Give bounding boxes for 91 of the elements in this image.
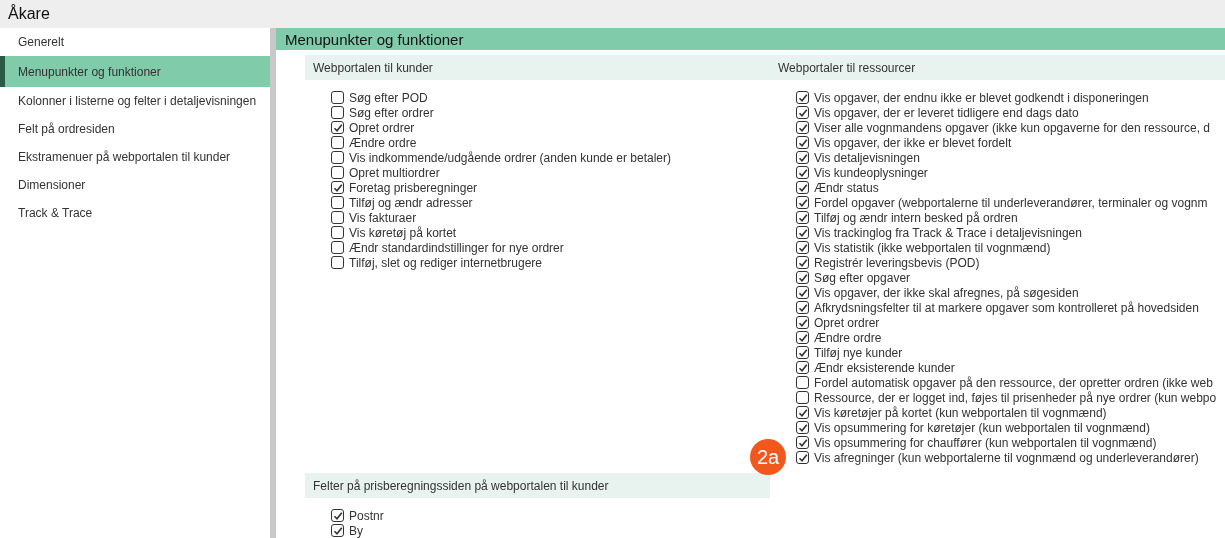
checkbox-label: Postnr xyxy=(349,508,384,523)
checkbox[interactable] xyxy=(331,226,344,239)
checkbox-label: Fordel automatisk opgaver på den ressource, der opretter ordren (ikke web xyxy=(814,375,1213,390)
sidebar-item[interactable]: Felt på ordresiden xyxy=(0,115,270,143)
checkbox-label: Ændr status xyxy=(814,180,879,195)
section-header: Webportaler til ressourcer xyxy=(770,55,1225,80)
checkbox-label: Ændre ordre xyxy=(349,135,417,150)
checkbox[interactable] xyxy=(331,166,344,179)
checkbox-label: Vis opgaver, der er leveret tidligere end dags dato xyxy=(814,105,1079,120)
step-badge: 2a xyxy=(750,439,786,475)
checkbox[interactable] xyxy=(796,436,809,449)
checkbox-label: Vis køretøjer på kortet (kun webportalen til vognmænd) xyxy=(814,405,1107,420)
checkbox[interactable] xyxy=(796,211,809,224)
checkbox[interactable] xyxy=(796,331,809,344)
sidebar-item[interactable]: Track & Trace xyxy=(0,199,270,227)
checkbox-label: Tilføj, slet og rediger internetbrugere xyxy=(349,255,542,270)
checkbox[interactable] xyxy=(796,451,809,464)
section-header: Felter på prisberegningssiden på webportalen til kunder xyxy=(305,473,770,498)
checkbox[interactable] xyxy=(796,391,809,404)
checkbox[interactable] xyxy=(331,106,344,119)
checkbox[interactable] xyxy=(796,376,809,389)
checkbox-label: Vis opgaver, der ikke er blevet fordelt xyxy=(814,135,1012,150)
checkbox[interactable] xyxy=(331,524,344,537)
checkbox-label: Fordel opgaver (webportalerne til underleverandører, terminaler og vognm xyxy=(814,195,1208,210)
sidebar-item[interactable]: Menupunkter og funktioner xyxy=(0,56,270,87)
checkbox[interactable] xyxy=(796,301,809,314)
checkbox[interactable] xyxy=(331,196,344,209)
checkbox[interactable] xyxy=(796,241,809,254)
checkbox[interactable] xyxy=(796,256,809,269)
checkbox-label: Vis køretøj på kortet xyxy=(349,225,457,240)
checkbox-label: Viser alle vognmandens opgaver (ikke kun opgaverne for den ressource, d xyxy=(814,120,1210,135)
checkbox-label: Ændre ordre xyxy=(814,330,882,345)
checkbox[interactable] xyxy=(331,509,344,522)
checkbox[interactable] xyxy=(796,166,809,179)
checkbox[interactable] xyxy=(331,121,344,134)
page-heading: Menupunkter og funktioner xyxy=(276,28,1225,50)
checkbox[interactable] xyxy=(796,106,809,119)
checkbox[interactable] xyxy=(796,361,809,374)
checkbox-label: Tilføj nye kunder xyxy=(814,345,903,360)
checkbox[interactable] xyxy=(796,121,809,134)
sidebar-item[interactable]: Dimensioner xyxy=(0,171,270,199)
sidebar-item[interactable]: Ekstramenuer på webportalen til kunder xyxy=(0,143,270,171)
checkbox-label: Ændr standardindstillinger for nye ordrer xyxy=(349,240,564,255)
checkbox[interactable] xyxy=(796,181,809,194)
window-title: Åkare xyxy=(0,0,1225,28)
checkbox-label: Vis kundeoplysninger xyxy=(814,165,928,180)
checkbox-label: Afkrydsningsfelter til at markere opgaver som kontrolleret på hovedsiden xyxy=(814,300,1199,315)
checkbox-label: Vis afregninger (kun webportalerne til vognmænd og underleverandører) xyxy=(814,450,1199,465)
checkbox-label: Vis opgaver, der ikke skal afregnes, på søgesiden xyxy=(814,285,1079,300)
checkbox-label: Vis opsummering for køretøjer (kun webportalen til vognmænd) xyxy=(814,420,1150,435)
checkbox[interactable] xyxy=(796,196,809,209)
checkbox-label: Vis opsummering for chauffører (kun webportalen til vognmænd) xyxy=(814,435,1157,450)
checkbox-label: Registrér leveringsbevis (POD) xyxy=(814,255,980,270)
checkbox-label: Vis indkommende/udgående ordrer (anden kunde er betaler) xyxy=(349,150,671,165)
checkbox-label: Foretag prisberegninger xyxy=(349,180,478,195)
checkbox-label: Opret ordrer xyxy=(349,120,415,135)
checkbox-label: Vis trackinglog fra Track & Trace i detaljevisningen xyxy=(814,225,1082,240)
checkbox[interactable] xyxy=(796,346,809,359)
checkbox[interactable] xyxy=(796,421,809,434)
checkbox-label: Søg efter ordrer xyxy=(349,105,434,120)
checkbox[interactable] xyxy=(796,271,809,284)
checkbox[interactable] xyxy=(331,211,344,224)
checkbox[interactable] xyxy=(331,136,344,149)
checkbox[interactable] xyxy=(796,151,809,164)
checkbox[interactable] xyxy=(796,286,809,299)
checkbox-label: Vis statistik (ikke webportalen til vognmænd) xyxy=(814,240,1051,255)
checkbox[interactable] xyxy=(331,151,344,164)
checkbox-label: By xyxy=(349,523,363,538)
checkbox-label: Opret ordrer xyxy=(814,315,880,330)
checkbox-label: Opret multiordrer xyxy=(349,165,440,180)
checkbox-label: Vis detaljevisningen xyxy=(814,150,920,165)
checkbox[interactable] xyxy=(796,136,809,149)
sidebar-item[interactable]: Generelt xyxy=(0,28,270,56)
checkbox[interactable] xyxy=(331,91,344,104)
checkbox[interactable] xyxy=(331,241,344,254)
checkbox[interactable] xyxy=(796,226,809,239)
sidebar-item[interactable]: Kolonner i listerne og felter i detaljevisningen xyxy=(0,87,270,115)
checkbox[interactable] xyxy=(796,316,809,329)
checkbox-label: Vis fakturaer xyxy=(349,210,417,225)
checkbox[interactable] xyxy=(796,91,809,104)
checkbox-label: Ændr eksisterende kunder xyxy=(814,360,955,375)
checkbox-label: Søg efter opgaver xyxy=(814,270,911,285)
checkbox[interactable] xyxy=(331,181,344,194)
checkbox-label: Ressource, der er logget ind, føjes til prisenheder på nye ordrer (kun webpo xyxy=(814,390,1217,405)
checkbox-label: Vis opgaver, der endnu ikke er blevet godkendt i disponeringen xyxy=(814,90,1149,105)
section-header: Webportalen til kunder xyxy=(305,55,770,80)
checkbox[interactable] xyxy=(331,256,344,269)
checkbox[interactable] xyxy=(796,406,809,419)
checkbox-label: Tilføj og ændr adresser xyxy=(349,195,473,210)
checkbox-label: Tilføj og ændr intern besked på ordren xyxy=(814,210,1018,225)
checkbox-label: Søg efter POD xyxy=(349,90,428,105)
